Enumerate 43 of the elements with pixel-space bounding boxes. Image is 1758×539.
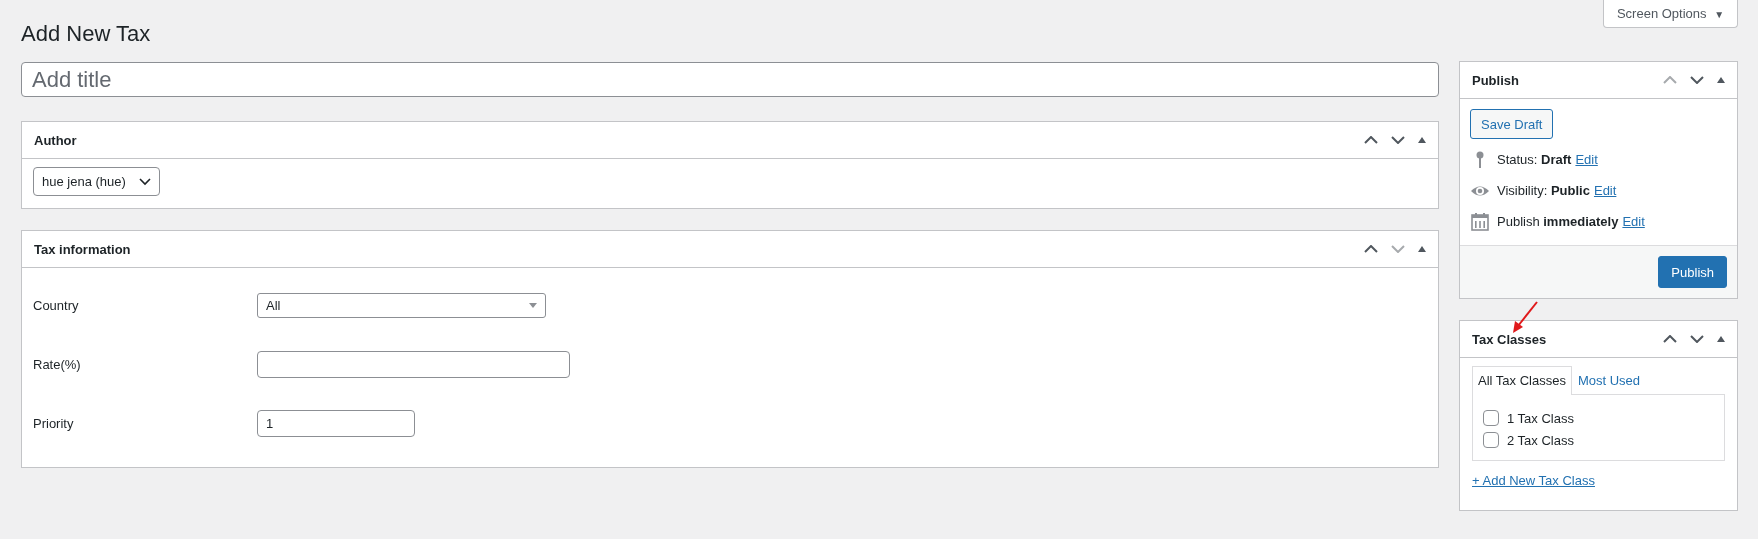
field-label: Rate(%): [33, 356, 82, 372]
checkbox-label: 2 Tax Class: [1507, 432, 1574, 448]
edit-link[interactable]: Edit: [1593, 183, 1617, 198]
chevron-up-icon[interactable]: [1663, 335, 1677, 343]
panel-title: Author: [34, 132, 77, 148]
screen-options-button[interactable]: Screen Options ▼: [1603, 0, 1738, 28]
collapse-icon[interactable]: [1418, 246, 1426, 252]
panel-title: Publish: [1472, 72, 1519, 88]
country-select[interactable]: All: [257, 292, 546, 318]
panel-title: Tax information: [34, 241, 131, 257]
field-label: Priority: [33, 415, 75, 431]
publish-setting: Publish immediately: [1497, 214, 1619, 229]
checkbox[interactable]: [1483, 432, 1499, 448]
annotation-arrow: [1510, 301, 1540, 335]
title-field[interactable]: Add title: [21, 62, 1439, 97]
chevron-up-icon[interactable]: [1364, 245, 1378, 253]
save-draft-button[interactable]: Save Draft: [1470, 109, 1554, 139]
chevron-up-icon[interactable]: [1364, 136, 1378, 144]
publish-button[interactable]: Publish: [1658, 256, 1727, 288]
add-tax-class-link[interactable]: + Add New Tax Class: [1472, 473, 1595, 488]
calendar-icon: [1470, 211, 1490, 232]
edit-link[interactable]: Edit: [1575, 152, 1598, 167]
panel-title: Tax Classes: [1472, 331, 1547, 347]
publish-setting: Status: Draft: [1497, 152, 1572, 167]
edit-link[interactable]: Edit: [1622, 214, 1645, 229]
chevron-down-icon[interactable]: [1690, 76, 1704, 84]
checkbox-label: 1 Tax Class: [1507, 410, 1574, 426]
text-input[interactable]: [257, 350, 570, 378]
author-select[interactable]: hue jena (hue): [33, 167, 160, 196]
chevron-down-icon[interactable]: [1690, 335, 1704, 343]
number-input[interactable]: 1: [257, 409, 415, 437]
dropdown-arrow-icon: [529, 302, 537, 308]
chevron-down-icon[interactable]: [1391, 136, 1405, 144]
publish-setting: Visibility: Public: [1497, 183, 1590, 198]
chevron-down-icon: [139, 177, 151, 186]
tab[interactable]: All Tax Classes: [1472, 366, 1572, 395]
collapse-icon[interactable]: [1418, 137, 1426, 143]
tab[interactable]: Most Used: [1571, 366, 1647, 394]
checkbox[interactable]: [1483, 410, 1499, 426]
field-label: Country: [33, 297, 80, 313]
collapse-icon[interactable]: [1717, 336, 1725, 342]
page-title: Add New Tax: [21, 20, 152, 48]
collapse-icon[interactable]: [1717, 77, 1725, 83]
